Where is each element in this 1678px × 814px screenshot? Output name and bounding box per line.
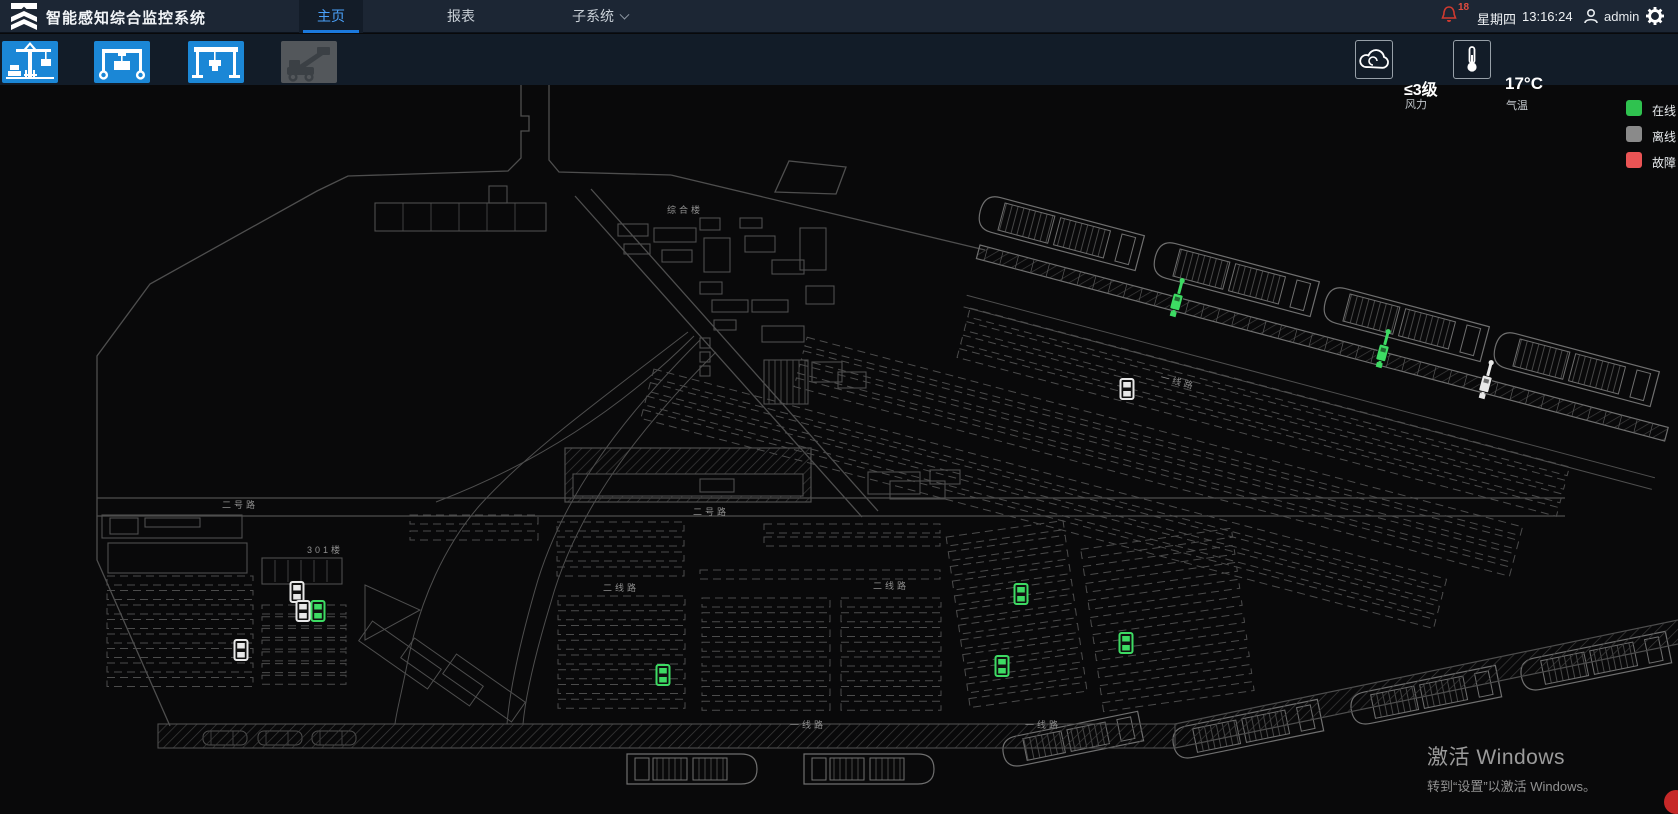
top-header: 智能感知综合监控系统 主页 报表 子系统 18 星期四 13:16:24 adm… [0, 0, 1678, 33]
legend-swatch-fault [1626, 152, 1642, 168]
windows-activation-watermark: 激活 Windows 转到“设置”以激活 Windows。 [1427, 741, 1596, 795]
legend-label-online: 在线 [1652, 102, 1676, 119]
rmg-crane-icon [188, 41, 244, 83]
reach-stacker-icon [281, 41, 337, 83]
corner-red-pin-icon [1664, 790, 1678, 814]
watermark-line1: 激活 Windows [1427, 741, 1596, 771]
status-marker-truck-online[interactable] [1120, 633, 1133, 653]
svg-text:301楼: 301楼 [307, 544, 343, 555]
svg-text:一线路: 一线路 [790, 719, 826, 730]
cloud-icon [1356, 41, 1392, 78]
legend-label-fault: 故障 [1652, 154, 1676, 171]
status-marker-truck-offline[interactable] [297, 601, 310, 621]
tab-home[interactable]: 主页 [299, 0, 363, 33]
wind-label: 风力 [1405, 96, 1427, 112]
legend-swatch-offline [1626, 126, 1642, 142]
equipment-filter-reach-stacker-button[interactable] [281, 41, 337, 83]
legend-label-offline: 离线 [1652, 128, 1676, 145]
clock-text: 13:16:24 [1522, 9, 1573, 24]
status-marker-truck-offline[interactable] [1121, 379, 1134, 399]
status-marker-truck-online[interactable] [1015, 584, 1028, 604]
port-map[interactable]: 综合楼301楼二号路二号路二线路二线路一线路一线路一线路 [0, 85, 1678, 806]
status-marker-truck-online[interactable] [657, 665, 670, 685]
app-logo-icon [9, 3, 39, 30]
bell-icon [1441, 5, 1457, 25]
notification-count-badge: 18 [1458, 2, 1469, 13]
svg-text:二线路: 二线路 [603, 582, 639, 593]
wind-indicator-box [1355, 40, 1393, 79]
tab-report[interactable]: 报表 [429, 0, 493, 33]
svg-text:二号路: 二号路 [222, 499, 258, 510]
svg-text:二号路: 二号路 [693, 506, 729, 517]
tab-subsystem[interactable]: 子系统 [552, 0, 648, 33]
equipment-filter-quay-crane-button[interactable] [2, 41, 58, 83]
weekday-text: 星期四 [1477, 9, 1516, 28]
watermark-line2: 转到“设置”以激活 Windows。 [1427, 776, 1596, 795]
username-text[interactable]: admin [1604, 9, 1639, 24]
status-marker-truck-online[interactable] [312, 601, 325, 621]
user-icon [1583, 8, 1599, 25]
equipment-filter-rtg-crane-button[interactable] [94, 41, 150, 83]
status-marker-truck-online[interactable] [996, 656, 1009, 676]
status-marker-truck-offline[interactable] [235, 640, 248, 660]
settings-gear-icon[interactable] [1646, 7, 1664, 25]
equipment-toolbar: ≤3级 风力 17°C 气温 [0, 34, 1678, 85]
thermometer-icon [1454, 41, 1490, 78]
quay-crane-icon [2, 41, 58, 83]
rtg-crane-icon [94, 41, 150, 83]
temperature-label: 气温 [1506, 97, 1528, 113]
temperature-indicator-box [1453, 40, 1491, 79]
app-title: 智能感知综合监控系统 [46, 7, 206, 28]
chevron-down-icon [620, 10, 630, 20]
legend-swatch-online [1626, 100, 1642, 116]
temperature-value: 17°C [1505, 74, 1543, 94]
notification-bell-button[interactable]: 18 [1441, 5, 1471, 29]
svg-text:一线路: 一线路 [1025, 719, 1061, 730]
svg-text:综合楼: 综合楼 [667, 204, 703, 215]
tab-subsystem-label: 子系统 [572, 8, 614, 24]
svg-text:二线路: 二线路 [873, 580, 909, 591]
status-marker-truck-offline[interactable] [291, 582, 304, 602]
equipment-filter-rmg-crane-button[interactable] [188, 41, 244, 83]
port-map-drawing [97, 85, 1678, 784]
